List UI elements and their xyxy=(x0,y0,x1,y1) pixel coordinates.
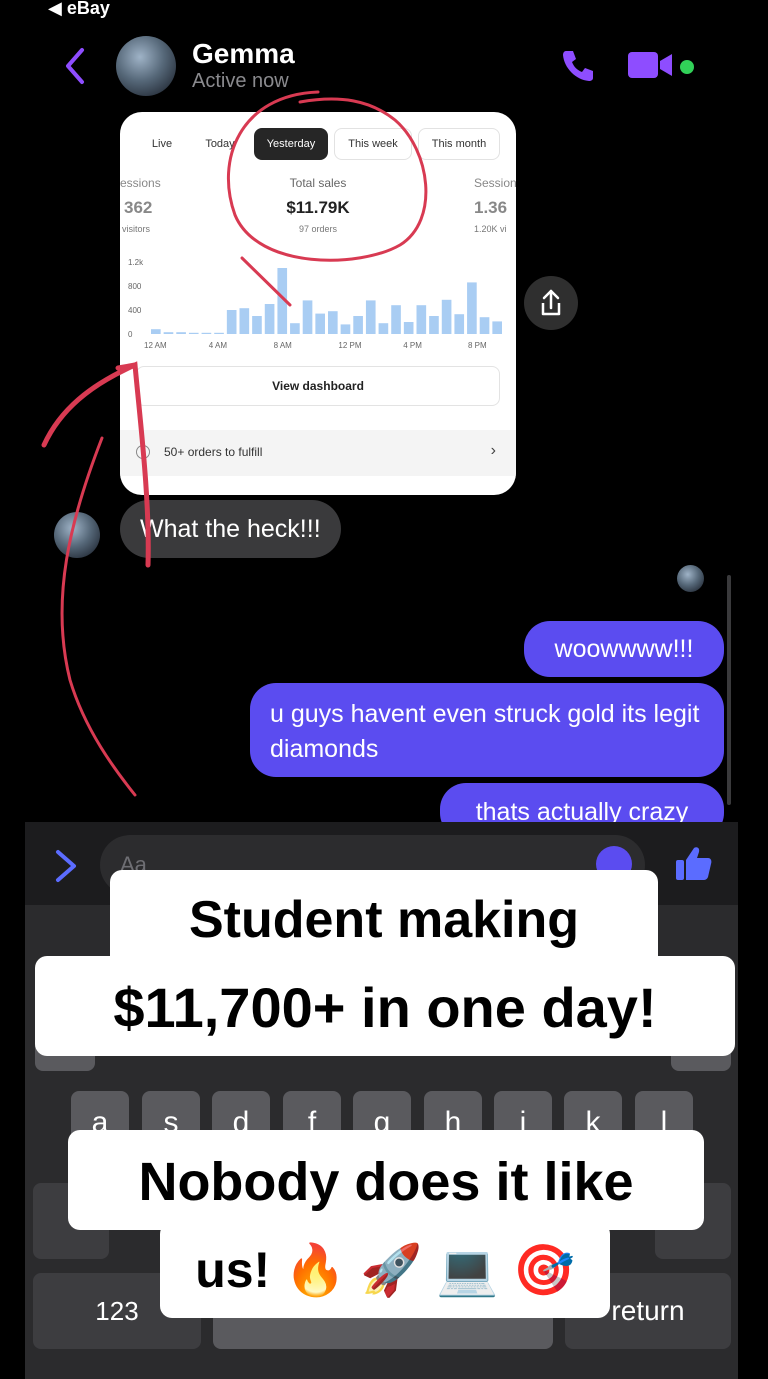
caption-line-1: Student making xyxy=(110,870,658,968)
caption-line-4: us! 🔥 🚀 💻 🎯 xyxy=(160,1222,610,1318)
caption-line-2: $11,700+ in one day! xyxy=(35,956,735,1056)
caption-line-3: Nobody does it like xyxy=(68,1130,704,1230)
